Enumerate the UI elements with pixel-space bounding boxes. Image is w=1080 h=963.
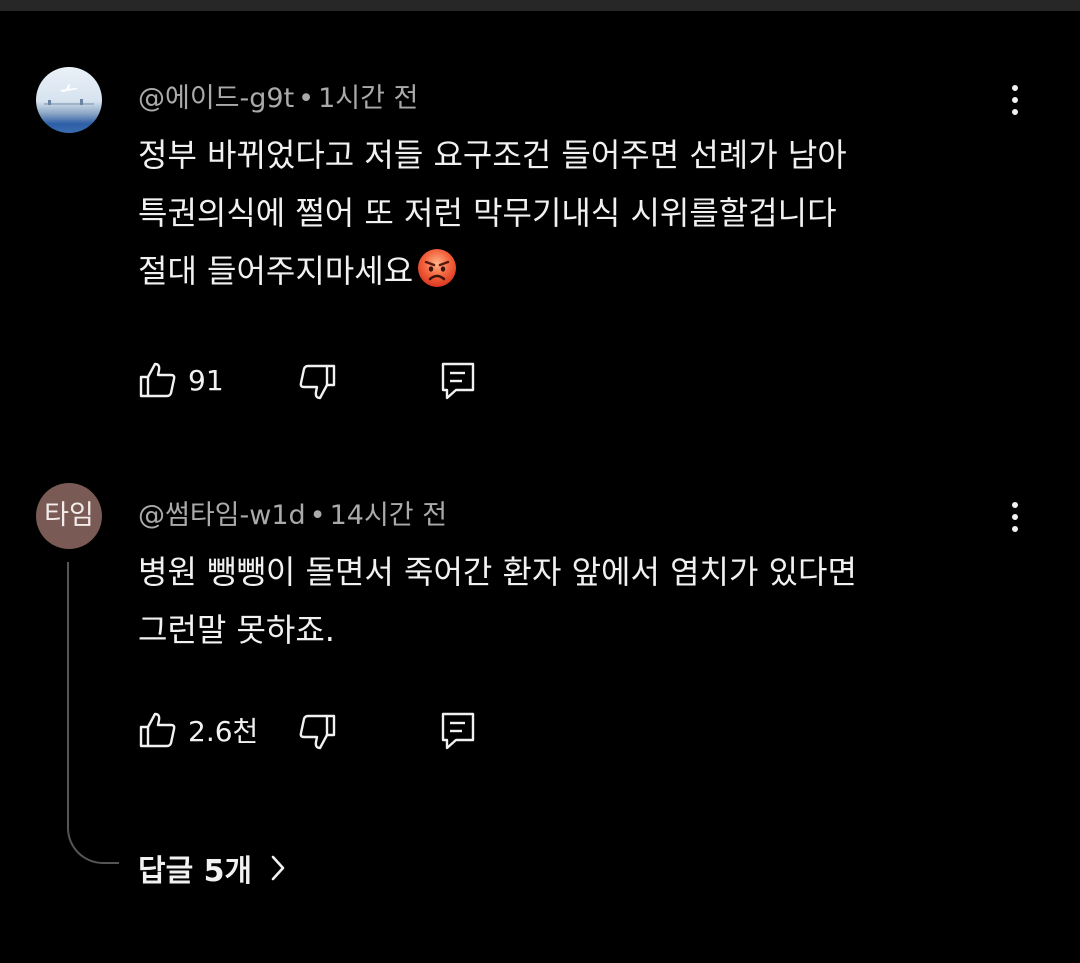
author-handle[interactable]: @에이드-g9t [138,83,294,114]
thumbs-down-icon [299,364,336,400]
like-count: 91 [188,363,224,397]
more-options-button[interactable] [1000,495,1030,539]
comment-text: 병원 뺑뺑이 돌면서 죽어간 환자 앞에서 염치가 있다면 그런말 못하죠. [138,543,998,659]
meta-separator: • [298,83,315,114]
dislike-button[interactable] [297,712,337,752]
like-button[interactable]: 2.6천 [138,710,258,750]
dislike-button[interactable] [297,362,337,402]
comment-meta: @썸타임-w1d • 14시간 전 [138,493,447,532]
more-vertical-icon [1012,85,1018,91]
replies-label: 답글 5개 [138,854,253,889]
thumbs-up-icon [139,712,176,748]
timestamp[interactable]: 14시간 전 [330,500,447,531]
reply-button[interactable] [438,710,478,752]
airport-photo-icon [44,84,94,105]
view-replies-button[interactable]: 답글 5개 [138,846,286,890]
thumbs-up-icon [139,362,176,398]
more-vertical-icon [1012,502,1018,508]
reply-icon [441,712,475,750]
comment-line: 정부 바뀌었다고 저들 요구조건 들어주면 선례가 남아 [138,136,847,174]
comment-line: 특권의식에 쩔어 또 저런 막무기내식 시위를할겁니다 [138,194,837,232]
more-vertical-icon-dot [1012,514,1018,520]
like-count: 2.6천 [188,715,259,748]
reply-button[interactable] [438,360,478,402]
comment-line: 병원 뺑뺑이 돌면서 죽어간 환자 앞에서 염치가 있다면 [138,553,857,591]
comment-text: 정부 바뀌었다고 저들 요구조건 들어주면 선례가 남아 특권의식에 쩔어 또 … [138,126,998,300]
reply-icon [441,362,475,400]
comment-meta: @에이드-g9t • 1시간 전 [138,76,418,115]
comment-actions: 2.6천 [0,706,1080,756]
angry-face-emoji-icon [418,249,457,287]
more-vertical-icon-dot [1012,109,1018,115]
comment-actions: 91 [0,356,1080,406]
like-button[interactable]: 91 [138,360,224,400]
comment-line-last: 절대 들어주지마세요 [138,242,998,300]
avatar[interactable]: 타임 [36,483,102,549]
author-handle[interactable]: @썸타임-w1d [138,500,306,531]
top-bar [0,0,1080,11]
avatar[interactable] [36,67,102,133]
timestamp[interactable]: 1시간 전 [318,83,418,114]
more-options-button[interactable] [1000,78,1030,122]
thumbs-down-icon [299,714,336,750]
meta-separator: • [309,500,326,531]
comment-line-text: 절대 들어주지마세요 [138,252,414,290]
chevron-right-icon [271,855,285,881]
more-vertical-icon-dot [1012,526,1018,532]
more-vertical-icon-dot [1012,97,1018,103]
comment-line: 그런말 못하죠. [138,611,335,649]
